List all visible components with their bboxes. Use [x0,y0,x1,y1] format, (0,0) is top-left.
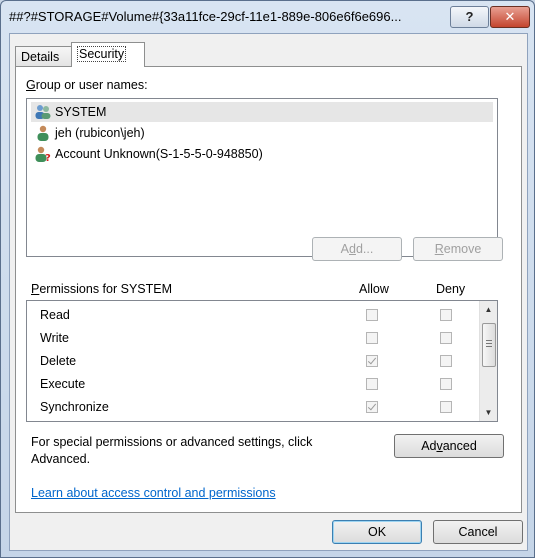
user-icon [37,125,49,141]
special-permissions-text-line2: Advanced. [31,452,91,466]
user-list[interactable]: SYSTEM jeh (rubicon\jeh) ? Account Unkno… [26,98,498,257]
help-button[interactable]: ? [450,6,489,28]
tab-security[interactable]: Security [71,42,145,67]
remove-button[interactable]: Remove [413,237,503,261]
special-permissions-text: For special permissions or advanced sett… [31,435,313,449]
allow-column-header: Allow [359,282,389,296]
scroll-up-arrow-icon[interactable]: ▲ [480,301,497,318]
allow-checkbox[interactable] [366,378,378,390]
deny-column-header: Deny [436,282,466,296]
list-item-account-unknown[interactable]: ? Account Unknown(S-1-5-5-0-948850) [31,144,493,164]
permission-name: Synchronize [40,400,109,414]
permission-row: Write [27,328,479,350]
group-users-icon [35,105,51,119]
window-title: ##?#STORAGE#Volume#{33a11fce-29cf-11e1-8… [9,9,402,24]
allow-checkbox[interactable] [366,401,378,413]
allow-checkbox[interactable] [366,355,378,367]
group-names-label: Group or user names: [26,78,148,92]
add-button[interactable]: Add... [312,237,402,261]
list-item-system[interactable]: SYSTEM [31,102,493,122]
user-name: Account Unknown(S-1-5-5-0-948850) [55,147,263,161]
permission-row: Execute [27,374,479,396]
deny-checkbox[interactable] [440,378,452,390]
permission-name: Read [40,308,70,322]
user-name: SYSTEM [55,105,107,119]
properties-dialog: ##?#STORAGE#Volume#{33a11fce-29cf-11e1-8… [0,0,535,558]
permission-name: Delete [40,354,77,368]
list-item-jeh[interactable]: jeh (rubicon\jeh) [31,123,493,143]
unknown-user-icon: ? [35,146,51,162]
permission-row: Read [27,305,479,327]
permission-row: Synchronize [27,397,479,419]
permission-name: Write [40,331,69,345]
advanced-button[interactable]: Advanced [394,434,504,458]
permissions-list: Read Write Delete Execute Synchronize ▲ ▼ [26,300,498,422]
scrollbar-thumb[interactable] [482,323,496,367]
permissions-scrollbar[interactable]: ▲ ▼ [479,301,497,421]
cancel-button[interactable]: Cancel [433,520,523,544]
scroll-down-arrow-icon[interactable]: ▼ [480,404,497,421]
title-bar[interactable]: ##?#STORAGE#Volume#{33a11fce-29cf-11e1-8… [1,1,534,33]
deny-checkbox[interactable] [440,401,452,413]
deny-checkbox[interactable] [440,332,452,344]
permission-row: Delete [27,351,479,373]
ok-button[interactable]: OK [332,520,422,544]
allow-checkbox[interactable] [366,309,378,321]
tab-security-label: Security [77,46,127,62]
permissions-label: Permissions for SYSTEM [31,282,173,296]
tab-details[interactable]: Details [15,46,74,67]
close-button[interactable]: ✕ [490,6,530,28]
permission-name: Execute [40,377,86,391]
user-name: jeh (rubicon\jeh) [55,126,145,140]
dialog-client-area: Details Security Group or user names: SY… [9,33,528,551]
svg-text:?: ? [45,153,51,162]
learn-access-control-link[interactable]: Learn about access control and permissio… [31,486,276,500]
allow-checkbox[interactable] [366,332,378,344]
deny-checkbox[interactable] [440,355,452,367]
deny-checkbox[interactable] [440,309,452,321]
